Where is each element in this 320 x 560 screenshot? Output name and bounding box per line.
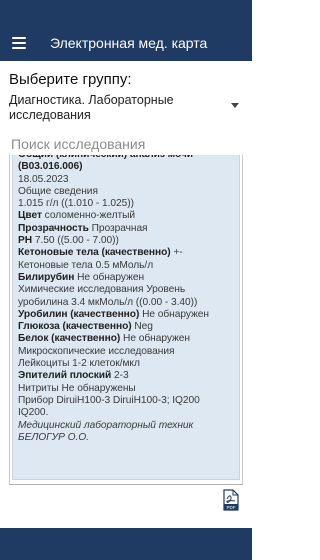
result-line: 1.015 г/л ((1.010 - 1.025)) [18, 198, 239, 210]
result-line: Прозрачность Прозрачная [18, 223, 239, 235]
result-line: Кетоновые тела (качественно) +- [18, 247, 239, 259]
result-line: БЕЛОГУР О.О. [18, 432, 239, 444]
result-line-text: Прибор DiruiH100-3 DiruiH100-3; IQ200 [18, 394, 200, 406]
result-line-text: 1.015 г/л ((1.010 - 1.025)) [18, 198, 134, 210]
dropdown-arrow-icon [231, 103, 239, 108]
group-dropdown[interactable]: Диагностика. Лабораторные исследования [9, 93, 243, 123]
result-line-text: БЕЛОГУР О.О. [18, 431, 89, 443]
result-line-text: Микроскопические исследования [18, 345, 175, 357]
menu-icon[interactable] [12, 37, 26, 49]
result-line: Медицинский лабораторный техник [18, 420, 239, 432]
result-field-label: Цвет [18, 210, 42, 222]
pdf-button[interactable]: PDF [223, 489, 239, 511]
result-line-text: уробилина 3.4 мкМоль/л ((0.00 - 3.40)) [18, 296, 198, 308]
result-line: Химические исследования Уровень [18, 284, 239, 296]
result-line: Прибор DiruiH100-3 DiruiH100-3; IQ200 [18, 395, 239, 407]
navigation-bar [0, 528, 252, 560]
result-line: 18.05.2023 [18, 174, 239, 186]
result-line-text: Химические исследования Уровень [18, 284, 186, 296]
result-line: Уробилин (качественно) Не обнаружен [18, 309, 239, 321]
result-field-value: 2-3 [114, 370, 129, 382]
result-field-label: PH [18, 235, 33, 247]
result-field-value: Прозрачная [91, 222, 148, 234]
result-line: Нитриты Не обнаружены [18, 383, 239, 395]
result-line: Лейкоциты 1-2 клеток/мкл [18, 358, 239, 370]
result-field-label: Белок (качественно) [18, 333, 121, 345]
results-list[interactable]: Общий (клинический) анализ мочи(B03.016.… [9, 155, 243, 485]
pdf-label: PDF [227, 505, 236, 510]
result-line: Билирубин Не обнаружен [18, 272, 239, 284]
result-line: уробилина 3.4 мкМоль/л ((0.00 - 3.40)) [18, 297, 239, 309]
result-field-label: Кетоновые тела (качественно) [18, 247, 171, 259]
result-field-value: Не обнаружен [142, 308, 209, 320]
app-bar: Электронная мед. карта [0, 25, 252, 61]
result-field-label: Уробилин (качественно) [18, 308, 140, 320]
result-line: IQ200. [18, 407, 239, 419]
pdf-icon: PDF [223, 489, 239, 511]
result-line-text: Общие сведения [18, 185, 98, 197]
result-line: Цвет соломенно-желтый [18, 210, 239, 222]
result-field-value: 7.50 ((5.00 - 7.00)) [34, 235, 119, 247]
result-line: (B03.016.006) [18, 161, 239, 173]
result-field-label: Эпителий плоский [18, 370, 112, 382]
result-text: Общий (клинический) анализ мочи(B03.016.… [13, 155, 239, 444]
bottom-area [9, 486, 241, 514]
group-label: Выберите группу: [9, 71, 132, 88]
search-input[interactable] [9, 133, 243, 156]
result-line-text: Медицинский лабораторный техник [18, 419, 194, 431]
result-line: PH 7.50 ((5.00 - 7.00)) [18, 235, 239, 247]
result-field-value: +- [173, 247, 183, 259]
result-field-label: Глюкоза (качественно) [18, 321, 132, 333]
result-field-label: Прозрачность [18, 222, 89, 234]
result-field-value: Neg [134, 321, 153, 333]
result-field-value: Не обнаружен [123, 333, 190, 345]
result-field-value: Не обнаружен [77, 271, 145, 283]
status-bar [0, 0, 252, 25]
result-card[interactable]: Общий (клинический) анализ мочи(B03.016.… [12, 155, 240, 480]
result-line-text: IQ200. [18, 407, 49, 419]
result-line: Глюкоза (качественно) Neg [18, 321, 239, 333]
group-selected-value: Диагностика. Лабораторные исследования [9, 93, 174, 122]
result-line-text: Кетоновые тела 0.5 мМоль/л [18, 259, 154, 271]
result-line: Белок (качественно) Не обнаружен [18, 333, 239, 345]
result-line-text: 18.05.2023 [18, 173, 69, 185]
result-field-value: соломенно-желтый [44, 210, 135, 222]
result-line: Эпителий плоский 2-3 [18, 370, 239, 382]
result-field-label: Билирубин [18, 271, 75, 283]
result-line: Общие сведения [18, 186, 239, 198]
result-line: Микроскопические исследования [18, 346, 239, 358]
result-line-text: Нитриты Не обнаружены [18, 382, 136, 394]
result-line-text: Лейкоциты 1-2 клеток/мкл [18, 358, 140, 370]
app-title: Электронная мед. карта [50, 35, 208, 51]
result-line: Кетоновые тела 0.5 мМоль/л [18, 260, 239, 272]
result-line-text: (B03.016.006) [18, 161, 83, 173]
result-line-text: Общий (клинический) анализ мочи [18, 155, 193, 160]
